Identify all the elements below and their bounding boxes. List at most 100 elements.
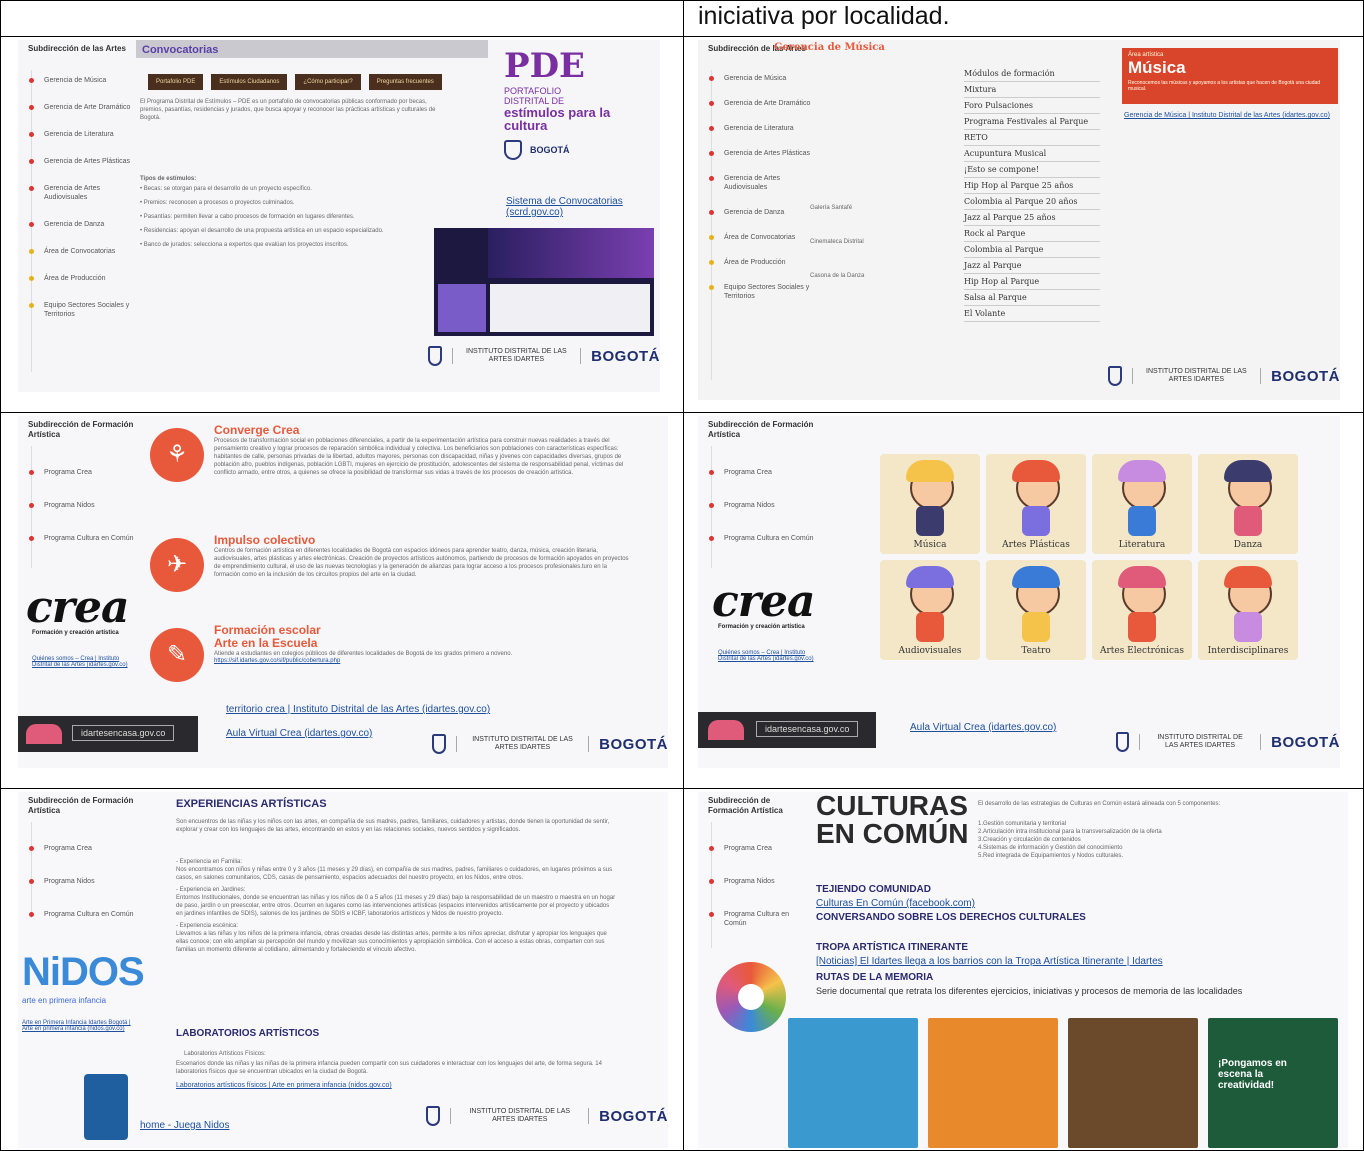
character-hair — [906, 460, 954, 482]
sidebar-item[interactable]: Gerencia de Danza — [18, 220, 136, 229]
convocatoria-button[interactable]: ¿Cómo participar? — [295, 74, 361, 90]
character-hair — [1012, 460, 1060, 482]
music-menu-item[interactable]: Programa Festivales al Parque — [964, 114, 1100, 130]
idartes-logo: INSTITUTO DISTRITAL DE LAS ARTES IDARTES — [1138, 734, 1262, 750]
convocatoria-button[interactable]: Estímulos Ciudadanos — [211, 74, 288, 90]
music-menu-item[interactable]: Colombia al Parque — [964, 242, 1100, 258]
sidebar-item[interactable]: Programa Crea — [698, 468, 838, 477]
music-menu-item[interactable]: Acupuntura Musical — [964, 146, 1100, 162]
music-menu-item[interactable]: Foro Pulsaciones — [964, 98, 1100, 114]
sidebar-item[interactable]: Equipo Sectores Sociales y Territorios — [698, 283, 816, 301]
sidebar-item[interactable]: Gerencia de Artes Audiovisuales — [18, 184, 136, 202]
music-menu-item[interactable]: El Volante — [964, 306, 1100, 322]
sidebar: Subdirección de las Artes Gerencia de Mú… — [18, 40, 136, 392]
video-thumbnail[interactable] — [1068, 1018, 1198, 1148]
sidebar-item[interactable]: Gerencia de Literatura — [698, 124, 816, 133]
video-thumbnail[interactable] — [928, 1018, 1058, 1148]
section-title: Formación escolar Arte en la Escuela — [214, 623, 321, 650]
character-body — [916, 612, 944, 642]
nidos-link[interactable]: Arte en Primera Infancia Idartes Bogotá … — [22, 1020, 140, 1032]
character-body — [1234, 612, 1262, 642]
sidebar-item[interactable]: Gerencia de Arte Dramático — [698, 99, 816, 108]
aula-virtual-link[interactable]: Aula Virtual Crea (idartes.gov.co) — [910, 722, 1056, 733]
home-nidos-link[interactable]: home - Juega Nidos — [140, 1120, 230, 1131]
art-area-tile[interactable]: Danza — [1198, 454, 1298, 554]
sidebar-item[interactable]: Programa Nidos — [18, 501, 158, 510]
sidebar-item[interactable]: Área de Convocatorias — [18, 247, 136, 256]
sidebar-item[interactable]: Programa Crea — [18, 844, 168, 853]
sidebar-item[interactable]: Gerencia de Literatura — [18, 130, 136, 139]
sidebar-item[interactable]: Programa Crea — [18, 468, 158, 477]
music-menu-item[interactable]: Hip Hop al Parque — [964, 274, 1100, 290]
convocatorias-link[interactable]: Sistema de Convocatorias (scrd.gov.co) — [506, 196, 646, 218]
video-thumbnail[interactable] — [788, 1018, 918, 1148]
sidebar-item[interactable]: Programa Nidos — [698, 877, 808, 886]
bogota-shield-icon — [504, 140, 522, 160]
sidebar-item[interactable]: Área de Producción — [18, 274, 136, 283]
sidebar: Subdirección de las Artes Gerencia de Mú… — [698, 40, 816, 400]
art-area-label: Audiovisuales — [898, 646, 962, 656]
art-area-tile[interactable]: Artes Electrónicas — [1092, 560, 1192, 660]
tropa-link[interactable]: [Noticias] El Idartes llega a los barrio… — [816, 956, 1163, 967]
music-menu-item[interactable]: Rock al Parque — [964, 226, 1100, 242]
sidebar-item[interactable]: Gerencia de Artes Audiovisuales — [698, 174, 816, 192]
gerencia-musica-link[interactable]: Gerencia de Música | Instituto Distrital… — [1124, 112, 1336, 119]
convocatoria-button[interactable]: Portafolio PDE — [148, 74, 204, 90]
aula-virtual-link[interactable]: Aula Virtual Crea (idartes.gov.co) — [226, 728, 372, 739]
sub-item[interactable]: Casona de la Danza — [810, 272, 864, 280]
sidebar-item[interactable]: Gerencia de Artes Plásticas — [18, 157, 136, 166]
character-hair — [1012, 566, 1060, 588]
art-area-tile[interactable]: Teatro — [986, 560, 1086, 660]
sidebar-item[interactable]: Equipo Sectores Sociales y Territorios — [18, 301, 136, 319]
art-area-tile[interactable]: Artes Plásticas — [986, 454, 1086, 554]
sidebar-item[interactable]: Programa Crea — [698, 844, 808, 853]
facebook-link[interactable]: Culturas En Común (facebook.com) — [816, 898, 975, 909]
music-menu-item[interactable]: Mixtura — [964, 82, 1100, 98]
row-divider — [0, 36, 1364, 37]
sidebar-item[interactable]: Programa Cultura en Común — [18, 910, 168, 919]
types-list: • Becas: se otorgan para el desarrollo d… — [140, 185, 440, 255]
sidebar-item[interactable]: Gerencia de Música — [698, 74, 816, 83]
type-item: • Pasantías: permiten llevar a cabo proc… — [140, 214, 355, 220]
art-area-tile[interactable]: Audiovisuales — [880, 560, 980, 660]
crea-link[interactable]: Quiénes somos – Crea | Instituto Distrit… — [32, 656, 132, 668]
sidebar-item[interactable]: Programa Cultura en Común — [698, 910, 808, 928]
type-item: • Residencias: apoyan el desarrollo de u… — [140, 228, 384, 234]
sidebar-item[interactable]: Gerencia de Danza — [698, 208, 816, 217]
sidebar-item[interactable]: Gerencia de Arte Dramático — [18, 103, 136, 112]
section-link[interactable]: https://sif.idartes.gov.co/sif/public/co… — [214, 658, 634, 664]
sidebar-item[interactable]: Gerencia de Música — [18, 76, 136, 85]
character-body — [1022, 506, 1050, 536]
sidebar-item[interactable]: Programa Cultura en Común — [18, 534, 158, 543]
art-area-tile[interactable]: Literatura — [1092, 454, 1192, 554]
music-menu-item[interactable]: Colombia al Parque 20 años — [964, 194, 1100, 210]
portfolio-line1: PORTAFOLIO — [504, 86, 562, 96]
music-menu-item[interactable]: Jazz al Parque — [964, 258, 1100, 274]
art-area-tile[interactable]: Música — [880, 454, 980, 554]
sub-item[interactable]: Galería Santafé — [810, 204, 864, 212]
convocatoria-button[interactable]: Preguntas frecuentes — [368, 74, 442, 90]
territorio-link[interactable]: territorio crea | Instituto Distrital de… — [226, 704, 490, 715]
bogota-logo: BOGOTÁ — [599, 1107, 668, 1125]
music-menu-item[interactable]: Módulos de formación — [964, 66, 1100, 82]
music-menu-item[interactable]: ¡Esto se compone! — [964, 162, 1100, 178]
video-thumbnail[interactable]: ¡Pongamos en escena la creatividad! — [1208, 1018, 1338, 1148]
sidebar-item[interactable]: Área de Convocatorias — [698, 233, 816, 242]
music-menu-item[interactable]: RETO — [964, 130, 1100, 146]
sidebar-item[interactable]: Programa Nidos — [698, 501, 838, 510]
sub-item[interactable]: Cinemateca Distrital — [810, 238, 864, 246]
panel-gerencia-musica: Subdirección de las Artes Gerencia de Mú… — [698, 40, 1340, 400]
sidebar-item[interactable]: Gerencia de Artes Plásticas — [698, 149, 816, 158]
sidebar-item[interactable]: Programa Cultura en Común — [698, 534, 838, 543]
music-menu-item[interactable]: Salsa al Parque — [964, 290, 1100, 306]
sidebar-item[interactable]: Área de Producción — [698, 258, 816, 267]
crea-link[interactable]: Quiénes somos – Crea | Instituto Distrit… — [718, 650, 818, 662]
heading-experiencias: EXPERIENCIAS ARTÍSTICAS — [176, 798, 327, 810]
lab-link[interactable]: Laboratorios artísticos físicos | Arte e… — [176, 1082, 392, 1089]
sidebar-item[interactable]: Programa Nidos — [18, 877, 168, 886]
panel-convocatorias: Subdirección de las Artes Gerencia de Mú… — [18, 40, 660, 392]
music-menu-item[interactable]: Hip Hop al Parque 25 años — [964, 178, 1100, 194]
type-item: • Banco de jurados: selecciona a experto… — [140, 242, 349, 248]
music-menu-item[interactable]: Jazz al Parque 25 años — [964, 210, 1100, 226]
art-area-tile[interactable]: Interdisciplinares — [1198, 560, 1298, 660]
